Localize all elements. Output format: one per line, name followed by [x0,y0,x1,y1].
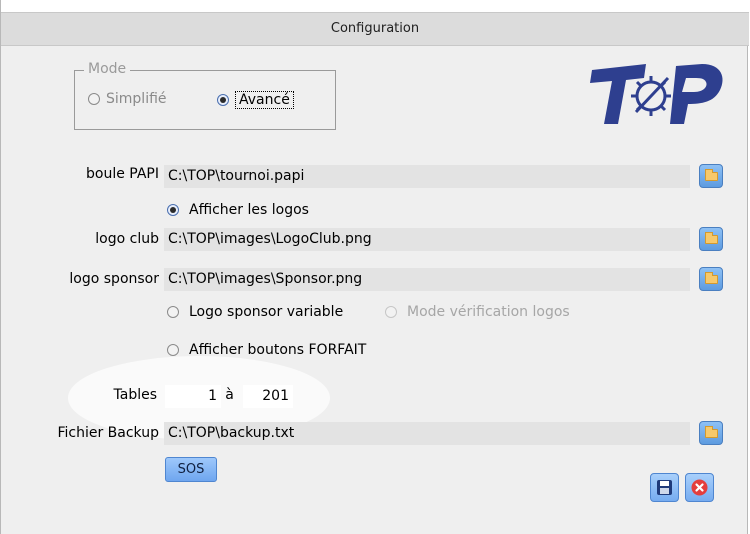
mode-simplifie-label: Simplifié [106,91,167,107]
mode-avance-label: Avancé [235,91,294,109]
logo-club-browse-button[interactable] [699,227,723,251]
logo-sponsor-field[interactable]: C:\TOP\images\Sponsor.png [164,268,690,291]
logo-sponsor-variable-option[interactable]: Logo sponsor variable [167,304,343,320]
floppy-disk-icon [657,480,672,495]
folder-icon [705,169,718,181]
mode-legend: Mode [84,61,131,77]
save-button[interactable] [650,473,679,502]
mode-groupbox: Mode Simplifié Avancé [74,61,336,130]
mode-avance-option[interactable]: Avancé [217,91,294,109]
radio-simplifie[interactable] [88,93,100,105]
afficher-logos-radio[interactable] [167,204,179,216]
mode-verification-radio [385,306,397,318]
fichier-backup-field[interactable]: C:\TOP\backup.txt [164,422,690,445]
configuration-window: Configuration Mode Simplifié Avancé boul… [0,0,750,534]
radio-avance[interactable] [217,94,229,106]
close-circle-icon [691,479,708,496]
folder-icon [705,232,718,244]
afficher-logos-option[interactable]: Afficher les logos [167,202,309,218]
tables-separator: à [225,387,234,403]
cancel-button[interactable] [685,473,714,502]
logo-club-field[interactable]: C:\TOP\images\LogoClub.png [164,228,690,251]
logo-sponsor-variable-radio[interactable] [167,306,179,318]
logo-sponsor-variable-label: Logo sponsor variable [189,304,344,320]
boule-papi-label: boule PAPI [86,166,159,182]
logo-sponsor-browse-button[interactable] [699,267,723,291]
fichier-backup-browse-button[interactable] [699,421,723,445]
fichier-backup-label: Fichier Backup [57,425,159,441]
tables-label: Tables [113,387,158,403]
mode-simplifie-option[interactable]: Simplifié [88,91,167,107]
boule-papi-field[interactable]: C:\TOP\tournoi.papi [164,165,690,188]
top-strip [1,0,750,12]
tables-to-input[interactable]: 201 [243,385,293,408]
afficher-logos-label: Afficher les logos [189,202,309,218]
mode-verification-label: Mode vérification logos [407,304,570,320]
logo-sponsor-label: logo sponsor [69,271,159,287]
window-title: Configuration [1,12,749,46]
folder-icon [705,272,718,284]
logo-club-label: logo club [95,231,159,247]
tables-from-input[interactable]: 1 [165,385,221,408]
top-logo [584,58,729,134]
mode-verification-option: Mode vérification logos [385,304,570,320]
boule-papi-browse-button[interactable] [699,164,723,188]
folder-icon [705,426,718,438]
afficher-forfait-radio[interactable] [167,344,179,356]
sos-button[interactable]: SOS [165,457,217,482]
